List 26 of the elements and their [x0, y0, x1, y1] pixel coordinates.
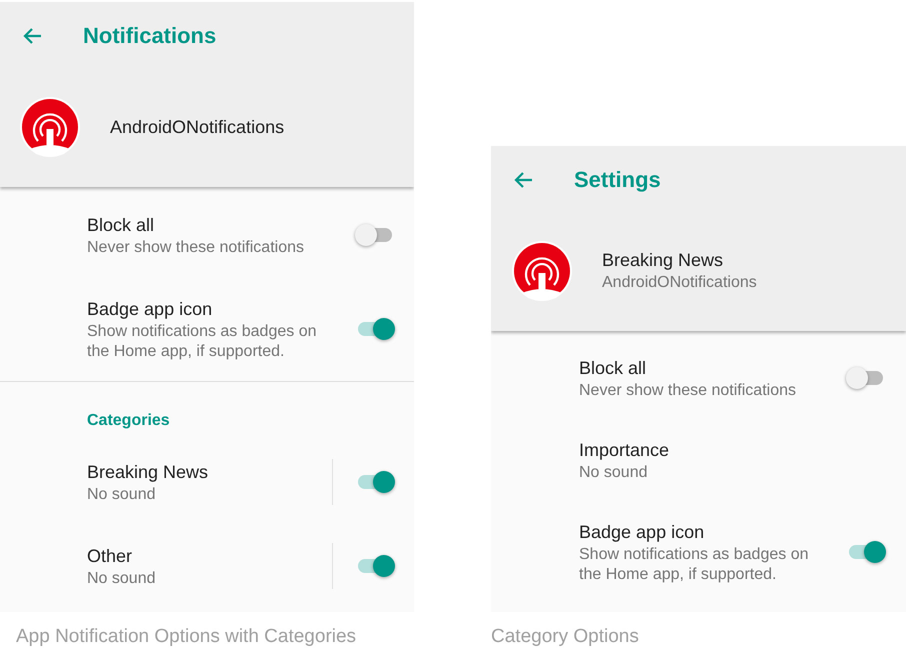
setting-title: Badge app icon [579, 521, 706, 544]
caption: App Notification Options with Categories [15, 625, 358, 649]
setting-summary: No sound [87, 485, 156, 505]
setting-title: Badge app icon [87, 298, 214, 321]
setting-title: Other [87, 545, 134, 568]
setting-title[interactable]: Importance [579, 437, 886, 463]
setting-summary: No sound [579, 463, 648, 483]
app-name: AndroidONotifications [110, 116, 284, 139]
setting-summary: No sound [87, 569, 156, 589]
setting-summary: Never show these notifications [579, 381, 797, 401]
caption: Category Options [491, 625, 640, 649]
app-logo-icon [512, 241, 572, 301]
section-header: Categories [86, 411, 171, 431]
app-subtitle: AndroidONotifications [602, 273, 757, 293]
setting-summary: Show notifications as badges on the Home app, if supported. [579, 545, 809, 585]
screen-title: Notifications [83, 23, 216, 49]
screen-title: Settings [574, 167, 661, 193]
back-arrow-icon[interactable] [513, 170, 533, 190]
setting-summary: Show notifications as badges on the Home app, if supported. [87, 322, 317, 362]
setting-summary: Never show these notifications [87, 238, 305, 258]
setting-title: Breaking News [87, 461, 210, 484]
back-arrow-icon[interactable] [22, 26, 42, 46]
setting-title: Block all [87, 214, 156, 237]
app-name: Breaking News [602, 249, 724, 272]
app-logo-icon [20, 97, 80, 157]
setting-title: Block all [579, 357, 648, 380]
